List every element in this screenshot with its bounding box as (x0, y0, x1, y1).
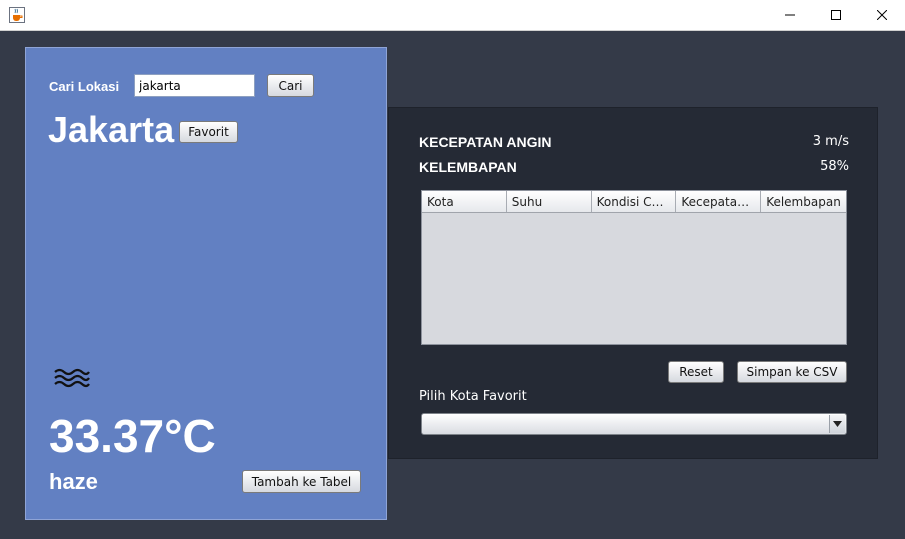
reset-button[interactable]: Reset (668, 361, 724, 383)
weather-table[interactable]: Kota Suhu Kondisi Cuaca Kecepatan Angin … (421, 190, 847, 345)
temperature-value: 33.37°C (49, 410, 216, 462)
search-button[interactable]: Cari (267, 74, 314, 97)
column-header-kecepatan[interactable]: Kecepatan Angin (676, 191, 762, 212)
maximize-button[interactable] (813, 0, 859, 30)
column-header-kota[interactable]: Kota (422, 191, 507, 212)
window-titlebar (0, 0, 905, 31)
details-panel: KECEPATAN ANGIN 3 m/s KELEMBAPAN 58% Kot… (388, 107, 878, 459)
minimize-button[interactable] (767, 0, 813, 30)
weather-condition: haze (49, 469, 98, 494)
humidity-value: 58% (820, 159, 849, 174)
add-to-table-button[interactable]: Tambah ke Tabel (242, 470, 361, 493)
favorites-label: Pilih Kota Favorit (419, 389, 527, 404)
humidity-label: KELEMBAPAN (419, 159, 517, 175)
column-header-kondisi[interactable]: Kondisi Cuaca (592, 191, 677, 212)
table-header: Kota Suhu Kondisi Cuaca Kecepatan Angin … (422, 191, 846, 213)
search-label: Cari Lokasi (49, 79, 120, 94)
haze-icon (53, 366, 91, 390)
humidity-row: KELEMBAPAN 58% (419, 159, 849, 177)
column-header-kelembapan[interactable]: Kelembapan (761, 191, 846, 212)
city-name: Jakarta (48, 109, 175, 150)
wind-value: 3 m/s (812, 134, 849, 149)
close-button[interactable] (859, 0, 905, 30)
save-csv-button[interactable]: Simpan ke CSV (737, 361, 847, 383)
close-icon (877, 10, 887, 20)
java-cup-icon (9, 7, 25, 23)
maximize-icon (831, 10, 841, 20)
chevron-down-icon[interactable] (829, 415, 845, 433)
table-body[interactable] (422, 213, 846, 345)
minimize-icon (785, 14, 795, 16)
wind-label: KECEPATAN ANGIN (419, 134, 552, 150)
column-header-suhu[interactable]: Suhu (507, 191, 592, 212)
favorites-dropdown[interactable] (421, 413, 847, 435)
weather-card: Cari Lokasi Cari Jakarta Favorit 33.37°C… (25, 47, 387, 520)
search-input[interactable] (134, 74, 255, 97)
favorite-button[interactable]: Favorit (179, 121, 238, 143)
wind-row: KECEPATAN ANGIN 3 m/s (419, 134, 849, 152)
